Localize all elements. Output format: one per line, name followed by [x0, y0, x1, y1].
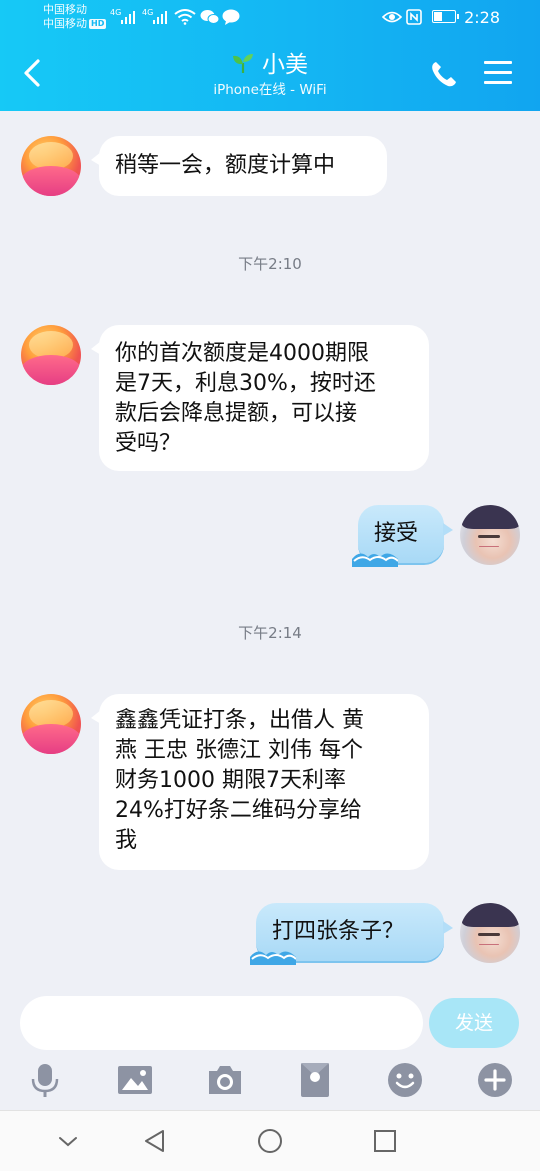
- message-bubble[interactable]: 你的首次额度是4000期限 是7天，利息30%，按时还 款后会降息提额，可以接 …: [91, 325, 429, 471]
- message-bubble[interactable]: 鑫鑫凭证打条，出借人 黄 燕 王忠 张德江 刘伟 每个 财务1000 期限7天利…: [91, 694, 429, 870]
- send-button[interactable]: 发送: [429, 998, 519, 1048]
- message-bubble[interactable]: 稍等一会，额度计算中: [91, 136, 387, 196]
- message-line: 24%打好条二维码分享给: [115, 798, 362, 823]
- user-avatar[interactable]: [460, 903, 520, 963]
- my-message-bubble[interactable]: 接受: [352, 505, 453, 567]
- clock: 2:28: [464, 8, 500, 27]
- contact-avatar[interactable]: [21, 325, 81, 385]
- system-nav-bar: [0, 1110, 540, 1171]
- network-type-2: 4G: [142, 8, 154, 17]
- back-nav-icon[interactable]: [141, 1127, 169, 1155]
- camera-icon[interactable]: [207, 1062, 243, 1098]
- page-title: 小美: [262, 52, 308, 78]
- wechat-icon: [200, 10, 220, 24]
- message-text: 稍等一会，额度计算中: [115, 153, 336, 178]
- message-line: 鑫鑫凭证打条，出借人 黄: [115, 708, 364, 733]
- eye-icon: [382, 11, 402, 23]
- status-bar: 中国移动 中国移动 HD 4G 4G 2:28: [0, 0, 540, 36]
- mic-icon[interactable]: [27, 1062, 63, 1098]
- wifi-icon: [174, 9, 196, 25]
- timestamp: 下午2:14: [238, 624, 302, 642]
- message-text: 接受: [374, 521, 419, 546]
- carrier-2: 中国移动: [43, 17, 87, 30]
- plus-icon[interactable]: [477, 1062, 513, 1098]
- network-type-1: 4G: [110, 8, 122, 17]
- top-bar: 中国移动 中国移动 HD 4G 4G 2:28 小美 iPhone在线 - Wi…: [0, 0, 540, 111]
- chat-header[interactable]: 小美 iPhone在线 - WiFi: [0, 50, 540, 100]
- message-line: 财务1000 期限7天利率: [115, 768, 346, 793]
- emoji-icon[interactable]: [387, 1062, 423, 1098]
- carrier-info: 中国移动 中国移动 HD: [43, 3, 107, 31]
- input-bar: 发送: [0, 984, 540, 1110]
- user-avatar[interactable]: [460, 505, 520, 565]
- message-line: 款后会降息提额，可以接: [115, 401, 358, 426]
- signal-icon: [153, 10, 169, 24]
- message-input[interactable]: [20, 996, 423, 1050]
- message-line: 是7天，利息30%，按时还: [115, 371, 376, 396]
- carrier-1: 中国移动: [43, 3, 87, 16]
- image-icon[interactable]: [117, 1062, 153, 1098]
- timestamp: 下午2:10: [238, 255, 302, 273]
- contact-avatar[interactable]: [21, 694, 81, 754]
- my-message-bubble[interactable]: 打四张条子？: [250, 903, 453, 965]
- message-line: 受吗？: [115, 431, 182, 456]
- message-icon: [222, 9, 240, 25]
- phone-icon[interactable]: [430, 60, 458, 88]
- wave-decoration-icon: [352, 553, 398, 567]
- collapse-icon[interactable]: [54, 1127, 82, 1155]
- home-icon[interactable]: [256, 1127, 284, 1155]
- message-text: 打四张条子？: [272, 919, 405, 944]
- sprout-icon: [233, 54, 253, 73]
- hd-badge: HD: [89, 19, 107, 29]
- wave-decoration-icon: [250, 951, 296, 965]
- recents-icon[interactable]: [371, 1127, 399, 1155]
- online-status: iPhone在线 - WiFi: [213, 82, 327, 98]
- message-line: 你的首次额度是4000期限: [115, 341, 369, 366]
- contact-avatar[interactable]: [21, 136, 81, 196]
- message-line: 燕 王忠 张德江 刘伟 每个: [115, 738, 363, 763]
- battery-icon: [432, 10, 459, 23]
- nfc-icon: [406, 9, 422, 25]
- menu-icon[interactable]: [484, 60, 512, 86]
- red-packet-icon[interactable]: [297, 1062, 333, 1098]
- message-line: 我: [115, 828, 138, 853]
- signal-icon: [121, 10, 137, 24]
